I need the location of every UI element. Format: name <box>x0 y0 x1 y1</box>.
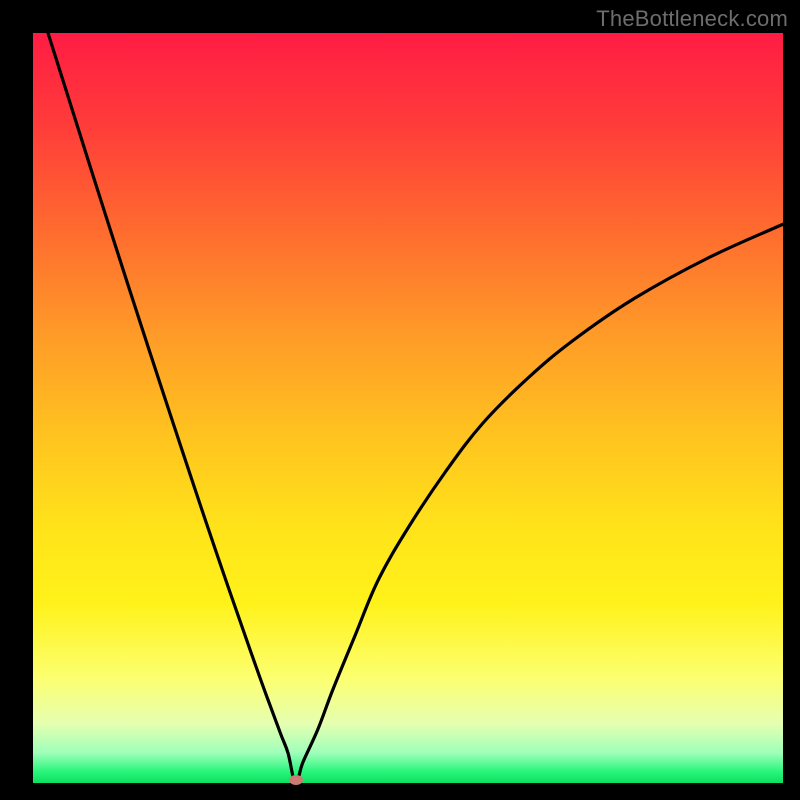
chart-plot-area <box>33 33 783 783</box>
min-point-marker <box>289 775 303 785</box>
chart-stage: TheBottleneck.com <box>0 0 800 800</box>
watermark-text: TheBottleneck.com <box>596 6 788 32</box>
bottleneck-curve <box>33 33 783 783</box>
